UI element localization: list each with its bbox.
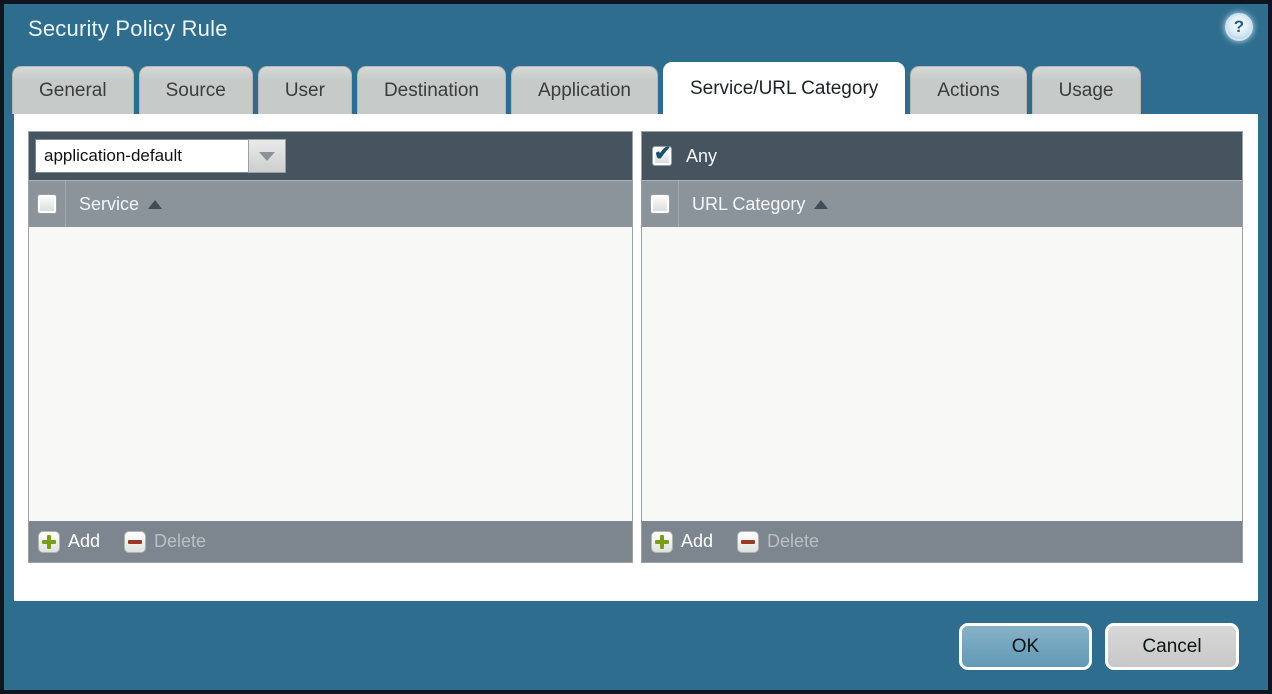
- tab-actions[interactable]: Actions: [910, 66, 1026, 114]
- any-checkbox[interactable]: [652, 146, 672, 166]
- service-footer: Add Delete: [29, 521, 632, 562]
- service-type-input[interactable]: [35, 139, 248, 173]
- any-row: Any: [648, 146, 717, 167]
- tab-source[interactable]: Source: [139, 66, 253, 114]
- url-category-panel: Any URL Category Add Delete: [641, 131, 1243, 563]
- url-category-delete-button[interactable]: Delete: [737, 531, 819, 553]
- add-icon: [38, 531, 60, 553]
- help-icon[interactable]: ?: [1225, 13, 1253, 41]
- url-category-delete-label: Delete: [767, 531, 819, 552]
- url-category-add-button[interactable]: Add: [651, 531, 713, 553]
- service-delete-button[interactable]: Delete: [124, 531, 206, 553]
- service-panel: Service Add Delete: [28, 131, 633, 563]
- any-label: Any: [686, 146, 717, 167]
- service-column-label: Service: [79, 194, 139, 215]
- security-policy-rule-dialog: Security Policy Rule ? General Source Us…: [0, 0, 1272, 694]
- tab-bar: General Source User Destination Applicat…: [12, 62, 1141, 114]
- delete-icon: [124, 531, 146, 553]
- service-type-dropdown-button[interactable]: [248, 139, 286, 173]
- tab-service-url-category[interactable]: Service/URL Category: [663, 62, 905, 114]
- service-list[interactable]: [29, 227, 632, 521]
- sort-ascending-icon[interactable]: [148, 200, 162, 209]
- service-select-all-cell: [29, 181, 66, 227]
- url-category-column-header: URL Category: [642, 180, 1242, 227]
- service-delete-label: Delete: [154, 531, 206, 552]
- tab-user[interactable]: User: [258, 66, 352, 114]
- tab-content-panel: Service Add Delete Any: [14, 114, 1258, 601]
- url-category-toolbar: Any: [642, 132, 1242, 180]
- tab-general[interactable]: General: [12, 66, 134, 114]
- service-add-label: Add: [68, 531, 100, 552]
- url-category-select-all-cell: [642, 181, 679, 227]
- tab-usage[interactable]: Usage: [1032, 66, 1141, 114]
- service-column-header: Service: [29, 180, 632, 227]
- url-category-add-label: Add: [681, 531, 713, 552]
- service-add-button[interactable]: Add: [38, 531, 100, 553]
- tab-destination[interactable]: Destination: [357, 66, 506, 114]
- sort-ascending-icon[interactable]: [814, 200, 828, 209]
- url-category-select-all-checkbox[interactable]: [650, 194, 670, 214]
- tab-application[interactable]: Application: [511, 66, 658, 114]
- url-category-list[interactable]: [642, 227, 1242, 521]
- delete-icon: [737, 531, 759, 553]
- add-icon: [651, 531, 673, 553]
- dialog-title: Security Policy Rule: [28, 16, 228, 42]
- url-category-column-label: URL Category: [692, 194, 805, 215]
- chevron-down-icon: [259, 152, 275, 161]
- url-category-footer: Add Delete: [642, 521, 1242, 562]
- ok-button[interactable]: OK: [959, 623, 1092, 670]
- service-type-combo: [35, 139, 286, 173]
- service-select-all-checkbox[interactable]: [37, 194, 57, 214]
- service-toolbar: [29, 132, 632, 180]
- cancel-button[interactable]: Cancel: [1105, 623, 1239, 670]
